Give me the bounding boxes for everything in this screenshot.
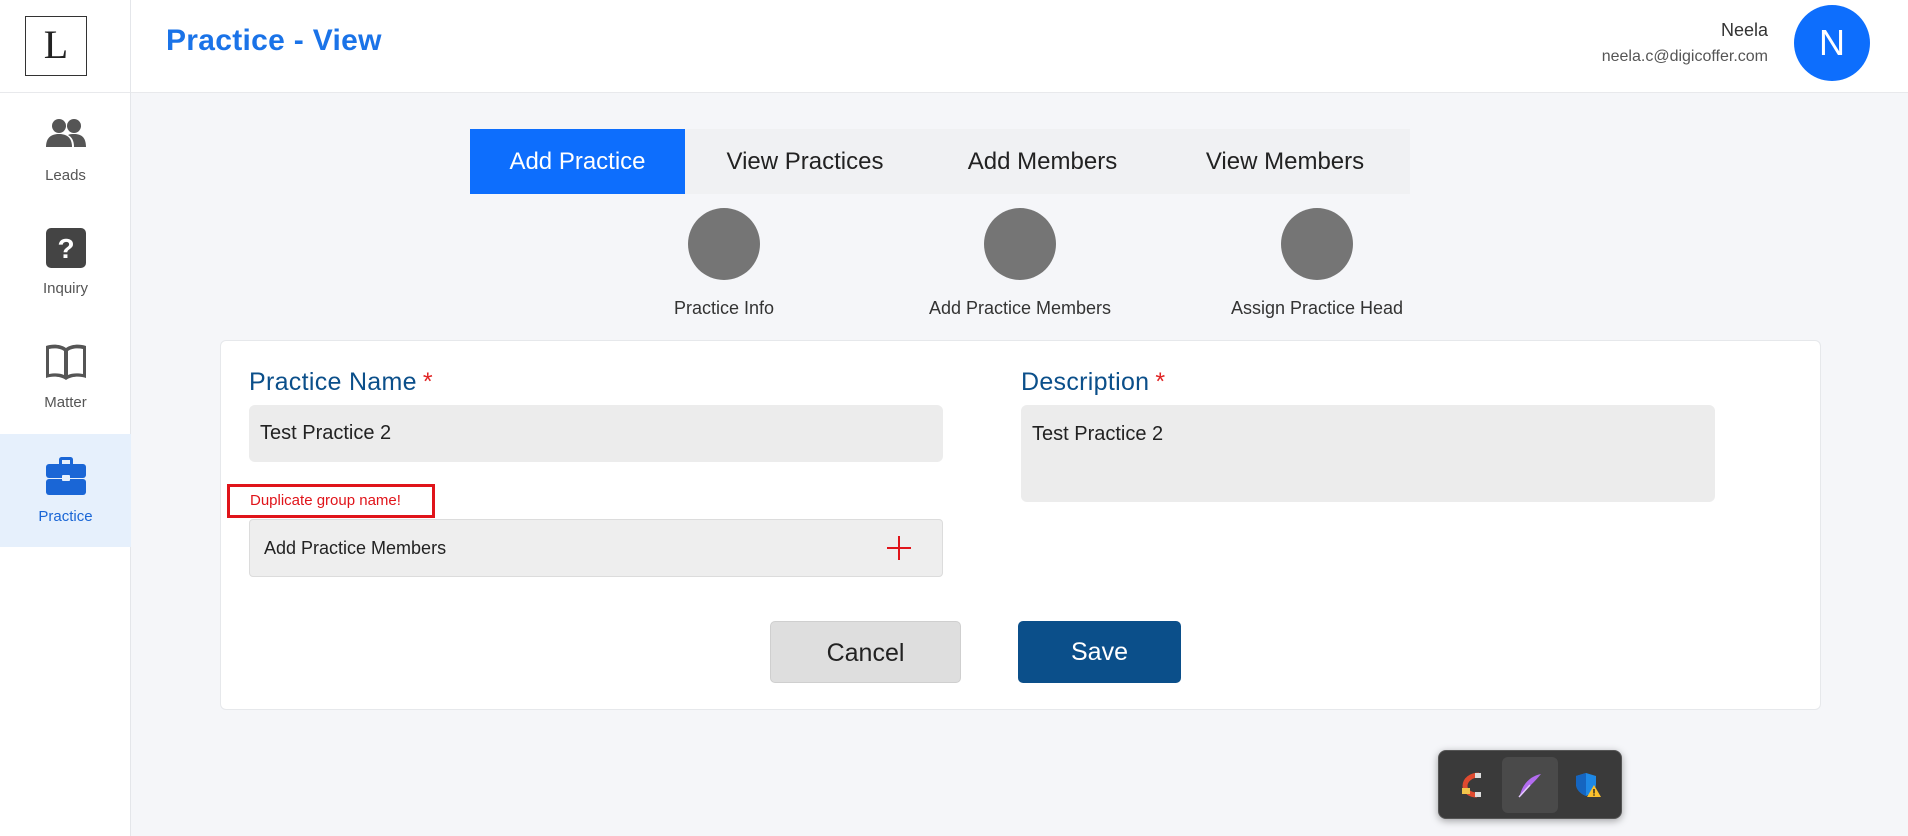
sidebar-item-label: Practice bbox=[38, 508, 93, 525]
floating-toolbar bbox=[1438, 750, 1622, 819]
app-logo[interactable]: L bbox=[23, 14, 87, 76]
sidebar-item-label: Leads bbox=[45, 167, 86, 184]
error-message: Duplicate group name! bbox=[227, 484, 435, 518]
save-button[interactable]: Save bbox=[1018, 621, 1181, 683]
tab-view-members[interactable]: View Members bbox=[1160, 129, 1410, 194]
shield-warning-icon bbox=[1576, 773, 1601, 797]
step-indicator bbox=[1281, 208, 1353, 280]
practice-name-label-text: Practice Name bbox=[249, 368, 417, 396]
feather-pen-icon bbox=[1518, 774, 1541, 798]
sidebar-item-label: Inquiry bbox=[42, 280, 89, 297]
user-name: Neela bbox=[1720, 20, 1768, 40]
description-label: Description * bbox=[1021, 368, 1165, 397]
magnet-tool-icon bbox=[1462, 772, 1481, 798]
svg-text:?: ? bbox=[57, 233, 74, 264]
tab-add-practice[interactable]: Add Practice bbox=[470, 129, 685, 194]
practice-form-card: Practice Name * Test Practice 2 Duplicate… bbox=[220, 340, 1821, 710]
question-icon: ? bbox=[45, 228, 86, 268]
sidebar-item-leads[interactable]: Leads bbox=[0, 93, 131, 206]
sidebar: L Leads ? Inquiry Matter Practice bbox=[0, 0, 131, 836]
step-indicator bbox=[984, 208, 1056, 280]
sidebar-item-label: Matter bbox=[44, 394, 87, 411]
page-title: Practice - View bbox=[166, 24, 382, 57]
plus-icon bbox=[887, 536, 911, 560]
avatar[interactable]: N bbox=[1794, 5, 1870, 81]
add-practice-members-button[interactable]: Add Practice Members bbox=[249, 519, 943, 577]
practice-tabs: Add Practice View Practices Add Members … bbox=[470, 129, 1410, 194]
step-add-practice-members[interactable]: Add Practice Members bbox=[910, 208, 1130, 319]
sidebar-item-inquiry[interactable]: ? Inquiry bbox=[0, 206, 131, 319]
step-label: Practice Info bbox=[673, 298, 775, 318]
sidebar-item-practice[interactable]: Practice bbox=[0, 434, 131, 547]
practice-name-label: Practice Name * bbox=[249, 368, 433, 397]
add-members-label: Add Practice Members bbox=[264, 538, 447, 558]
step-assign-practice-head[interactable]: Assign Practice Head bbox=[1207, 208, 1427, 319]
practice-name-input[interactable]: Test Practice 2 bbox=[249, 405, 943, 462]
step-indicator bbox=[688, 208, 760, 280]
description-label-text: Description bbox=[1021, 368, 1150, 396]
description-textarea[interactable]: Test Practice 2 bbox=[1021, 405, 1715, 502]
top-header: Practice - View Neela neela.c@digicoffer… bbox=[131, 0, 1908, 93]
step-label: Assign Practice Head bbox=[1230, 298, 1404, 318]
logo-area: L bbox=[0, 0, 130, 93]
required-mark: * bbox=[1155, 368, 1166, 396]
magnet-tool-button[interactable] bbox=[1445, 757, 1501, 813]
sidebar-item-matter[interactable]: Matter bbox=[0, 320, 131, 433]
security-shield-button[interactable] bbox=[1560, 757, 1616, 813]
feather-pen-button[interactable] bbox=[1502, 757, 1558, 813]
book-icon bbox=[45, 344, 86, 380]
tab-view-practices[interactable]: View Practices bbox=[685, 129, 925, 194]
step-practice-info[interactable]: Practice Info bbox=[614, 208, 834, 319]
required-mark: * bbox=[422, 368, 433, 396]
cancel-button[interactable]: Cancel bbox=[770, 621, 961, 683]
step-label: Add Practice Members bbox=[928, 298, 1112, 318]
briefcase-icon bbox=[45, 457, 86, 495]
people-icon bbox=[45, 119, 86, 147]
tab-add-members[interactable]: Add Members bbox=[925, 129, 1160, 194]
user-email: neela.c@digicoffer.com bbox=[1601, 48, 1768, 65]
